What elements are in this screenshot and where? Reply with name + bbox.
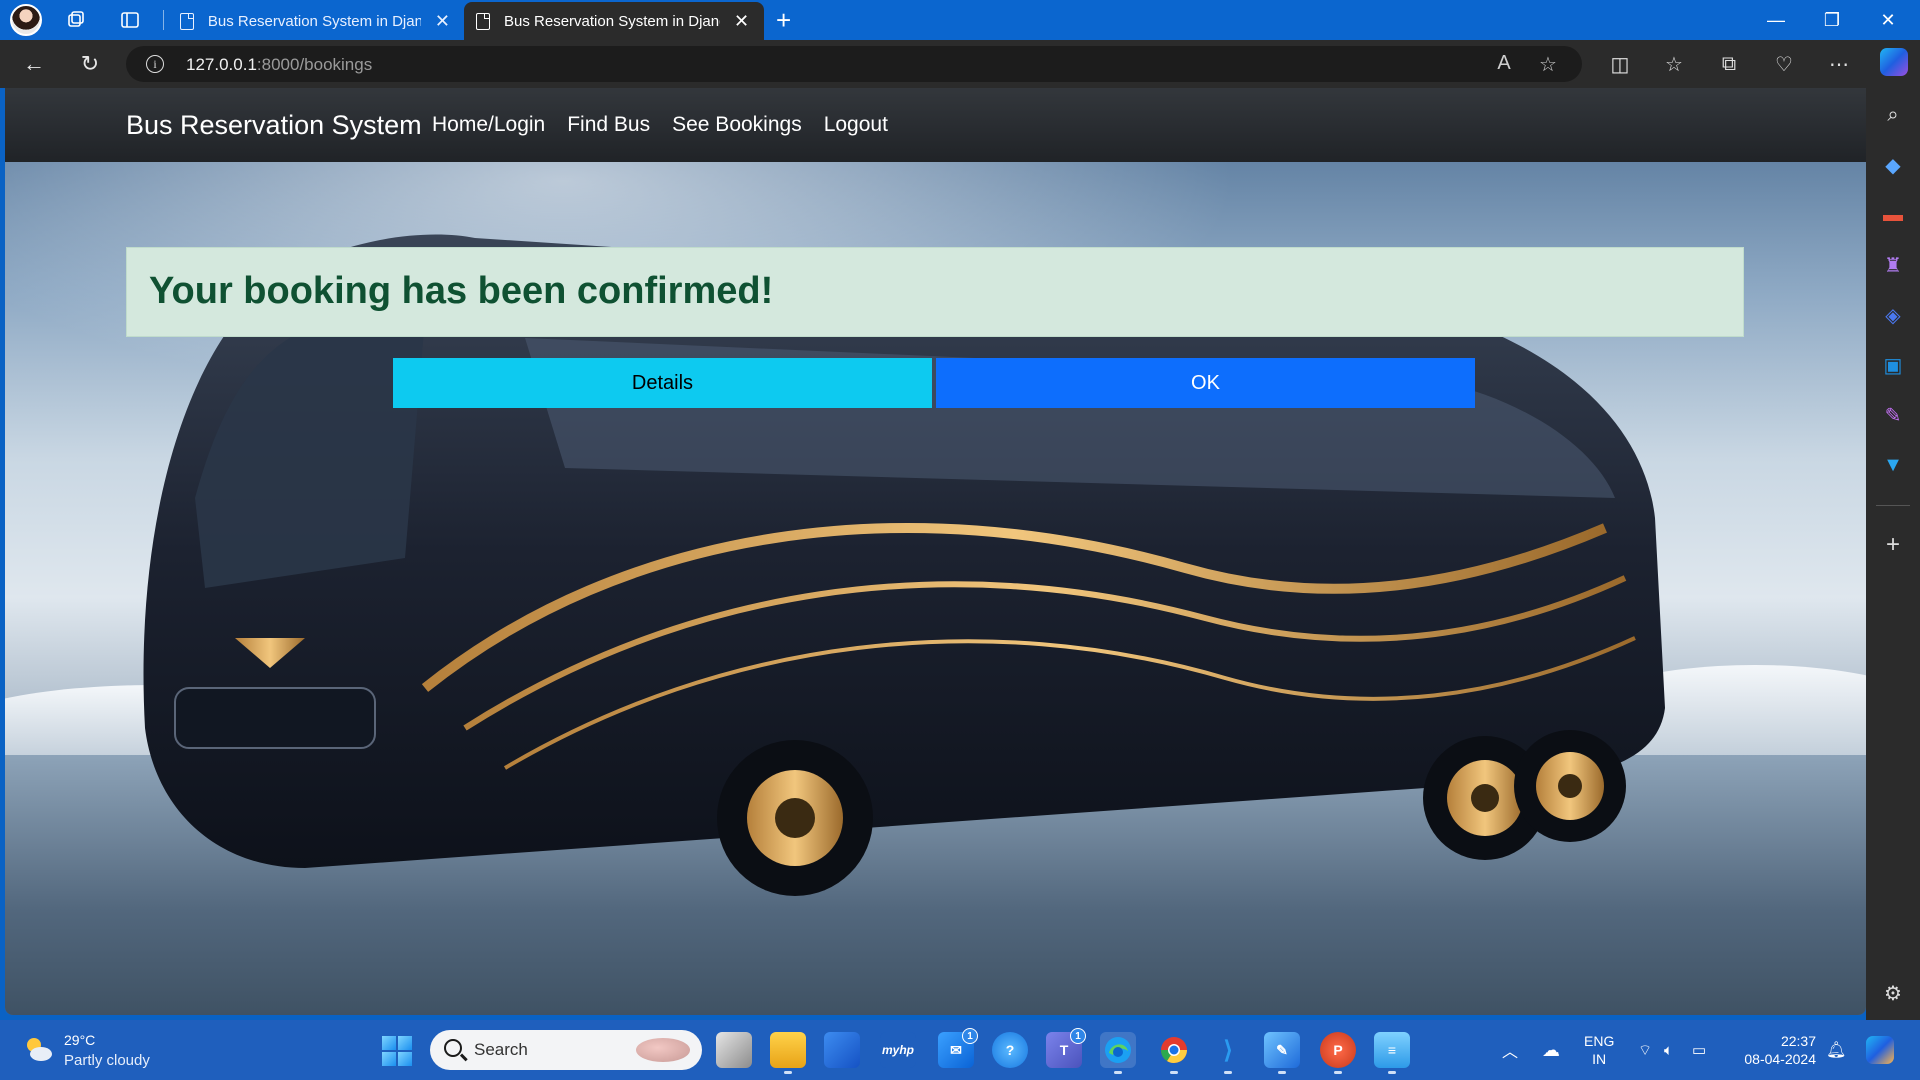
input-language[interactable]: ENG IN [1584,1032,1614,1068]
windows-taskbar: 29°C Partly cloudy Search myhp ✉ 1 ? T1 ⟩… [0,1020,1920,1080]
powerpoint-icon[interactable]: P [1320,1032,1356,1074]
add-sidebar-app-icon[interactable]: + [1878,530,1908,560]
designer-icon[interactable]: ✎ [1878,400,1908,430]
nav-link-home-login[interactable]: Home/Login [432,113,545,137]
chrome-icon[interactable] [1156,1032,1192,1074]
search-label: Search [474,1040,528,1059]
vscode-icon[interactable]: ⟩ [1210,1032,1246,1074]
wifi-icon[interactable]: ⌔ [1638,1020,1652,1080]
close-tab-icon[interactable]: ✕ [734,11,749,32]
myhp-icon[interactable]: myhp [880,1032,916,1068]
weather-description[interactable]: Partly cloudy [64,1052,150,1069]
notepad-icon[interactable]: ≡ [1374,1032,1410,1074]
refresh-icon[interactable]: ↻ [74,48,106,80]
close-tab-icon[interactable]: ✕ [435,11,450,32]
drop-icon[interactable]: ▼ [1878,450,1908,480]
volume-icon[interactable]: 🔈︎ [1664,1020,1673,1080]
alert-message: Your booking has been confirmed! [149,270,774,312]
file-explorer-icon[interactable] [770,1032,806,1074]
tab-title: Bus Reservation System in Djang [504,12,720,30]
partly-cloudy-icon[interactable] [22,1034,54,1064]
browser-tab-strip: Bus Reservation System in Djang ✕ Bus Re… [0,0,1920,40]
copilot-app-icon[interactable]: ◈ [1878,300,1908,330]
web-page: Bus Reservation System Home/Login Find B… [5,88,1866,1015]
search-highlight-image [636,1038,690,1062]
search-icon[interactable]: ⌕ [1878,100,1908,130]
tab-bus-reservation-2[interactable]: Bus Reservation System in Djang ✕ [464,2,764,40]
tools-icon[interactable]: ▬ [1878,200,1908,230]
back-arrow-icon[interactable]: ← [18,48,50,80]
tab-title: Bus Reservation System in Djang [207,12,421,30]
battery-icon[interactable]: ▭ [1692,1020,1706,1080]
notifications-bell-icon[interactable]: 🔔︎ [1826,1020,1846,1080]
favorites-icon[interactable]: ☆ [1658,50,1690,78]
microsoft-store-icon[interactable] [824,1032,860,1068]
system-clock[interactable]: 22:37 08-04-2024 [1736,1032,1816,1068]
workspaces-icon[interactable] [60,6,92,34]
ok-button[interactable]: OK [936,358,1475,408]
copilot-taskbar-icon[interactable] [1866,1020,1894,1080]
nav-link-logout[interactable]: Logout [824,113,888,137]
task-view-icon[interactable] [716,1032,752,1068]
url-text: 127.0.0.1:8000/bookings [186,55,373,74]
minimize-icon[interactable]: — [1750,0,1802,40]
site-brand-link[interactable]: Bus Reservation System [126,110,422,141]
site-navbar: Bus Reservation System Home/Login Find B… [5,88,1866,162]
get-help-icon[interactable]: ? [992,1032,1028,1068]
new-tab-plus-icon[interactable]: + [776,6,791,34]
restore-icon[interactable]: ❐ [1806,0,1858,40]
weather-temperature[interactable]: 29°C [64,1032,95,1048]
nav-link-find-bus[interactable]: Find Bus [567,113,650,137]
vertical-tabs-icon[interactable] [114,6,146,34]
paint-icon[interactable]: ✎ [1264,1032,1300,1074]
browser-toolbar: ← ↻ i 127.0.0.1:8000/bookings A ☆ [0,40,1866,88]
site-info-icon[interactable]: i [146,55,164,73]
favorite-star-icon[interactable]: ☆ [1534,52,1562,77]
shopping-tag-icon[interactable]: ◆ [1878,150,1908,180]
tab-bus-reservation-1[interactable]: Bus Reservation System in Djang ✕ [168,2,462,40]
page-icon [476,12,490,30]
address-bar[interactable]: i 127.0.0.1:8000/bookings A ☆ [126,46,1582,82]
settings-gear-icon[interactable]: ⚙ [1878,978,1908,1008]
onedrive-cloud-icon[interactable]: ☁ [1542,1020,1560,1080]
page-icon [180,12,194,30]
windows-start-icon[interactable] [382,1036,412,1066]
show-hidden-icons-chevron-icon[interactable]: ︿ [1502,1020,1518,1080]
site-nav-links: Home/Login Find Bus See Bookings Logout [432,113,888,137]
split-screen-icon[interactable]: ◫ [1604,50,1636,78]
mail-icon[interactable]: ✉ 1 [938,1028,978,1068]
close-window-icon[interactable]: ✕ [1862,0,1914,40]
edge-browser-icon[interactable] [1100,1032,1136,1074]
profile-avatar[interactable] [10,4,42,36]
teams-icon[interactable]: T1 [1046,1028,1086,1068]
read-aloud-icon[interactable]: A [1490,52,1518,75]
booking-confirmed-alert: Your booking has been confirmed! [126,247,1744,337]
games-icon[interactable]: ♜ [1878,250,1908,280]
tab-separator [163,10,164,30]
sidebar-divider [1876,505,1910,506]
outlook-icon[interactable]: ▣ [1878,350,1908,380]
copilot-icon[interactable] [1880,48,1908,76]
more-options-icon[interactable]: ⋯ [1823,50,1855,78]
search-icon [444,1039,462,1057]
taskbar-search[interactable]: Search [430,1030,702,1070]
collections-icon[interactable]: ⧉ [1713,50,1745,78]
browser-essentials-icon[interactable]: ♡ [1768,50,1800,78]
details-button[interactable]: Details [393,358,932,408]
nav-link-see-bookings[interactable]: See Bookings [672,113,802,137]
